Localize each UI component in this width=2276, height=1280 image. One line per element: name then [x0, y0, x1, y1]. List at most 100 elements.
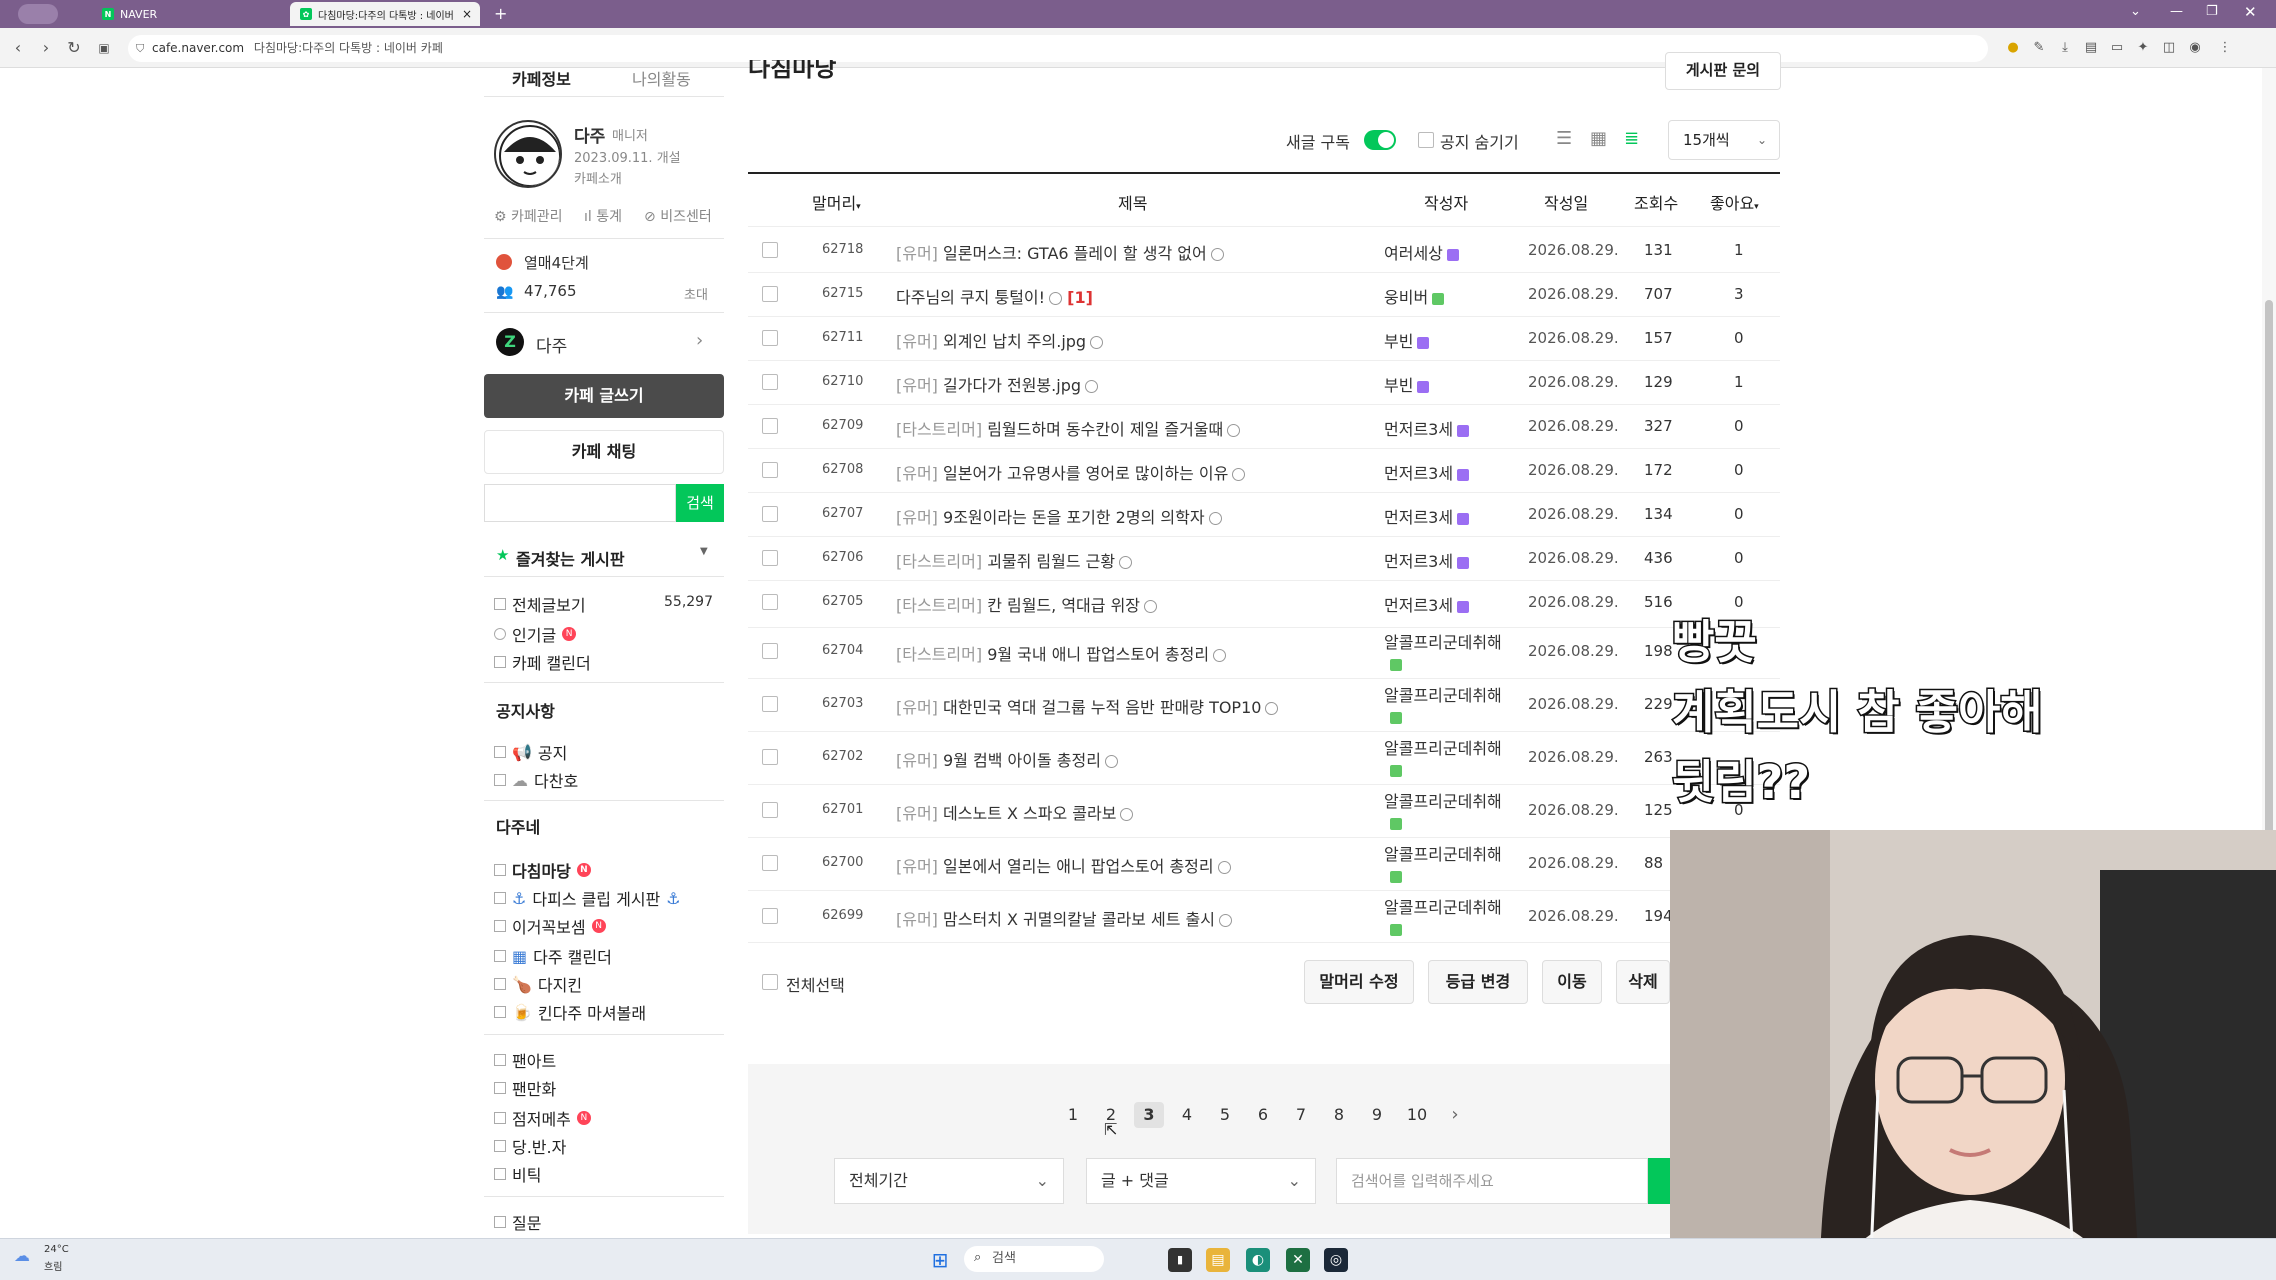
- forward-icon[interactable]: ›: [36, 38, 56, 58]
- post-title-link[interactable]: [유머] 대한민국 역대 걸그룹 누적 음반 판매량 TOP10: [896, 694, 1279, 718]
- post-title-link[interactable]: [유머] 9월 컴백 아이돌 총정리: [896, 747, 1118, 771]
- sidebar-item-lunch-menu[interactable]: 점저메추 N: [494, 1106, 591, 1130]
- sidebar-item-daju-calendar[interactable]: ▦ 다주 캘린더: [494, 944, 612, 968]
- download-icon[interactable]: ⤓: [2056, 39, 2074, 57]
- sidebar-item-notice[interactable]: 📢 공지: [494, 740, 567, 764]
- page-button[interactable]: 6: [1248, 1102, 1278, 1128]
- cafe-intro-link[interactable]: 카페소개: [574, 168, 622, 187]
- post-author[interactable]: 알콜프리군데취해: [1384, 629, 1502, 653]
- select-all-label[interactable]: 전체선택: [786, 972, 845, 996]
- tab-my-activity[interactable]: 나의활동: [632, 66, 691, 90]
- post-title-link[interactable]: [타스트리머] 칸 림월드, 역대급 위장: [896, 592, 1158, 616]
- sidebar-item-fanart[interactable]: 팬아트: [494, 1048, 556, 1072]
- row-checkbox[interactable]: [762, 550, 778, 566]
- header-prefix[interactable]: 말머리▾: [812, 190, 861, 214]
- sidebar-item-fancomic[interactable]: 팬만화: [494, 1076, 556, 1100]
- chevron-down-icon[interactable]: ⌄: [2130, 4, 2141, 19]
- sidebar-item-dachanho[interactable]: ☁ 다찬호: [494, 768, 578, 792]
- sidebar-item-half-boast[interactable]: 당.반.자: [494, 1134, 566, 1158]
- cafe-chat-button[interactable]: 카페 채팅: [484, 430, 724, 474]
- row-checkbox[interactable]: [762, 855, 778, 871]
- post-title-link[interactable]: [유머] 일본어가 고유명사를 영어로 많이하는 이유: [896, 460, 1246, 484]
- row-checkbox[interactable]: [762, 643, 778, 659]
- file-explorer-icon[interactable]: ▤: [1206, 1248, 1230, 1272]
- browser-tab-naver[interactable]: N NAVER: [92, 2, 288, 26]
- close-tab-icon[interactable]: ×: [462, 7, 472, 21]
- post-title-link[interactable]: [유머] 외계인 납치 주의.jpg: [896, 328, 1104, 352]
- extension-icon[interactable]: ●: [2004, 39, 2022, 57]
- hide-notice-checkbox[interactable]: [1418, 132, 1434, 148]
- period-select[interactable]: 전체기간 ⌄: [834, 1158, 1064, 1204]
- row-checkbox[interactable]: [762, 374, 778, 390]
- change-grade-button[interactable]: 등급 변경: [1428, 960, 1528, 1004]
- stats-link[interactable]: ıl 통계: [584, 206, 622, 226]
- board-search-button[interactable]: [1648, 1158, 1672, 1204]
- cast-icon[interactable]: ▭: [2108, 39, 2126, 57]
- maximize-icon[interactable]: ❐: [2206, 4, 2218, 19]
- list-view-icon[interactable]: ☰: [1556, 128, 1572, 149]
- post-author[interactable]: 먼저르3세: [1384, 548, 1470, 572]
- sidebar-item-dajikin[interactable]: 🍗 다지킨: [494, 972, 582, 996]
- per-page-select[interactable]: 15개씩 ⌄: [1668, 120, 1780, 160]
- post-title-link[interactable]: [타스트리머] 괴물쥐 림월드 근황: [896, 548, 1133, 572]
- sidebar-item-drink[interactable]: 🍺 킨다주 마셔볼래: [494, 1000, 646, 1024]
- windows-start-icon[interactable]: ⊞: [928, 1248, 952, 1272]
- board-search-input[interactable]: 검색어를 입력해주세요: [1336, 1158, 1648, 1204]
- lock-icon[interactable]: ⛉: [136, 42, 144, 56]
- delete-button[interactable]: 삭제: [1616, 960, 1670, 1004]
- row-checkbox[interactable]: [762, 506, 778, 522]
- row-checkbox[interactable]: [762, 696, 778, 712]
- post-title-link[interactable]: [타스트리머] 9월 국내 애니 팝업스토어 총정리: [896, 641, 1227, 665]
- post-title-link[interactable]: [유머] 일본에서 열리는 애니 팝업스토어 총정리: [896, 853, 1231, 877]
- sidepanel-icon[interactable]: ◫: [2160, 39, 2178, 57]
- post-title-link[interactable]: [유머] 길가다가 전원봉.jpg: [896, 372, 1099, 396]
- sidebar-item-question[interactable]: 질문: [494, 1210, 541, 1234]
- sidebar-item-calendar[interactable]: 카페 캘린더: [494, 650, 591, 674]
- post-title-link[interactable]: 다주님의 쿠지 퉁털이! [1]: [896, 284, 1093, 308]
- post-title-link[interactable]: [타스트리머] 림월드하며 동수칸이 제일 즐거울때: [896, 416, 1241, 440]
- cafe-manage-link[interactable]: ⚙ 카페관리: [494, 206, 563, 226]
- minimize-icon[interactable]: —: [2170, 4, 2183, 19]
- account-icon[interactable]: ◉: [2186, 39, 2204, 57]
- page-button[interactable]: 5: [1210, 1102, 1240, 1128]
- page-button[interactable]: 1: [1058, 1102, 1088, 1128]
- row-checkbox[interactable]: [762, 802, 778, 818]
- pen-icon[interactable]: ✎: [2030, 39, 2048, 57]
- sidebar-item-bitik[interactable]: 비틱: [494, 1162, 541, 1186]
- page-button[interactable]: 8: [1324, 1102, 1354, 1128]
- post-author[interactable]: 알콜프리군데취해: [1384, 841, 1502, 865]
- sidebar-search-button[interactable]: 검색: [676, 484, 724, 522]
- steam-icon[interactable]: ◎: [1324, 1248, 1348, 1272]
- post-title-link[interactable]: [유머] 맘스터치 X 귀멸의칼날 콜라보 세트 출시: [896, 906, 1232, 930]
- cafe-level[interactable]: 열매4단계: [524, 252, 589, 273]
- weather-desc[interactable]: 흐림: [44, 1258, 62, 1273]
- weather-temp[interactable]: 24°C: [44, 1244, 69, 1255]
- taskbar-search[interactable]: 검색: [964, 1246, 1104, 1272]
- excel-icon[interactable]: ✕: [1286, 1248, 1310, 1272]
- post-author[interactable]: 여러세상: [1384, 240, 1459, 264]
- biz-center-link[interactable]: ⊘ 비즈센터: [644, 206, 712, 226]
- post-title-link[interactable]: [유머] 9조원이라는 돈을 포기한 2명의 의학자: [896, 504, 1222, 528]
- page-button[interactable]: 3: [1134, 1102, 1164, 1128]
- tab-search-icon[interactable]: ▣: [94, 38, 114, 58]
- profile-avatar[interactable]: [18, 4, 58, 24]
- close-window-icon[interactable]: ✕: [2244, 3, 2257, 21]
- row-checkbox[interactable]: [762, 330, 778, 346]
- sidebar-item-dachimmadang[interactable]: 다침마당 N: [494, 858, 591, 882]
- back-icon[interactable]: ‹: [8, 38, 28, 58]
- collapse-icon[interactable]: ▼: [700, 546, 708, 557]
- scrollbar-thumb[interactable]: [2265, 300, 2273, 860]
- edit-prefix-button[interactable]: 말머리 수정: [1304, 960, 1414, 1004]
- favorites-title[interactable]: 즐겨찾는 게시판: [516, 546, 625, 570]
- scope-select[interactable]: 글 + 댓글 ⌄: [1086, 1158, 1316, 1204]
- cafe-write-button[interactable]: 카페 글쓰기: [484, 374, 724, 418]
- sidebar-search-input[interactable]: [484, 484, 676, 522]
- post-author[interactable]: 알콜프리군데취해: [1384, 682, 1502, 706]
- row-checkbox[interactable]: [762, 286, 778, 302]
- new-tab-icon[interactable]: +: [494, 4, 507, 23]
- select-all-checkbox[interactable]: [762, 974, 778, 990]
- move-button[interactable]: 이동: [1542, 960, 1602, 1004]
- sidebar-item-dapiss-clip[interactable]: ⚓ 다피스 클립 게시판 ⚓: [494, 886, 681, 910]
- row-checkbox[interactable]: [762, 462, 778, 478]
- cafe-name[interactable]: 다주: [536, 332, 567, 357]
